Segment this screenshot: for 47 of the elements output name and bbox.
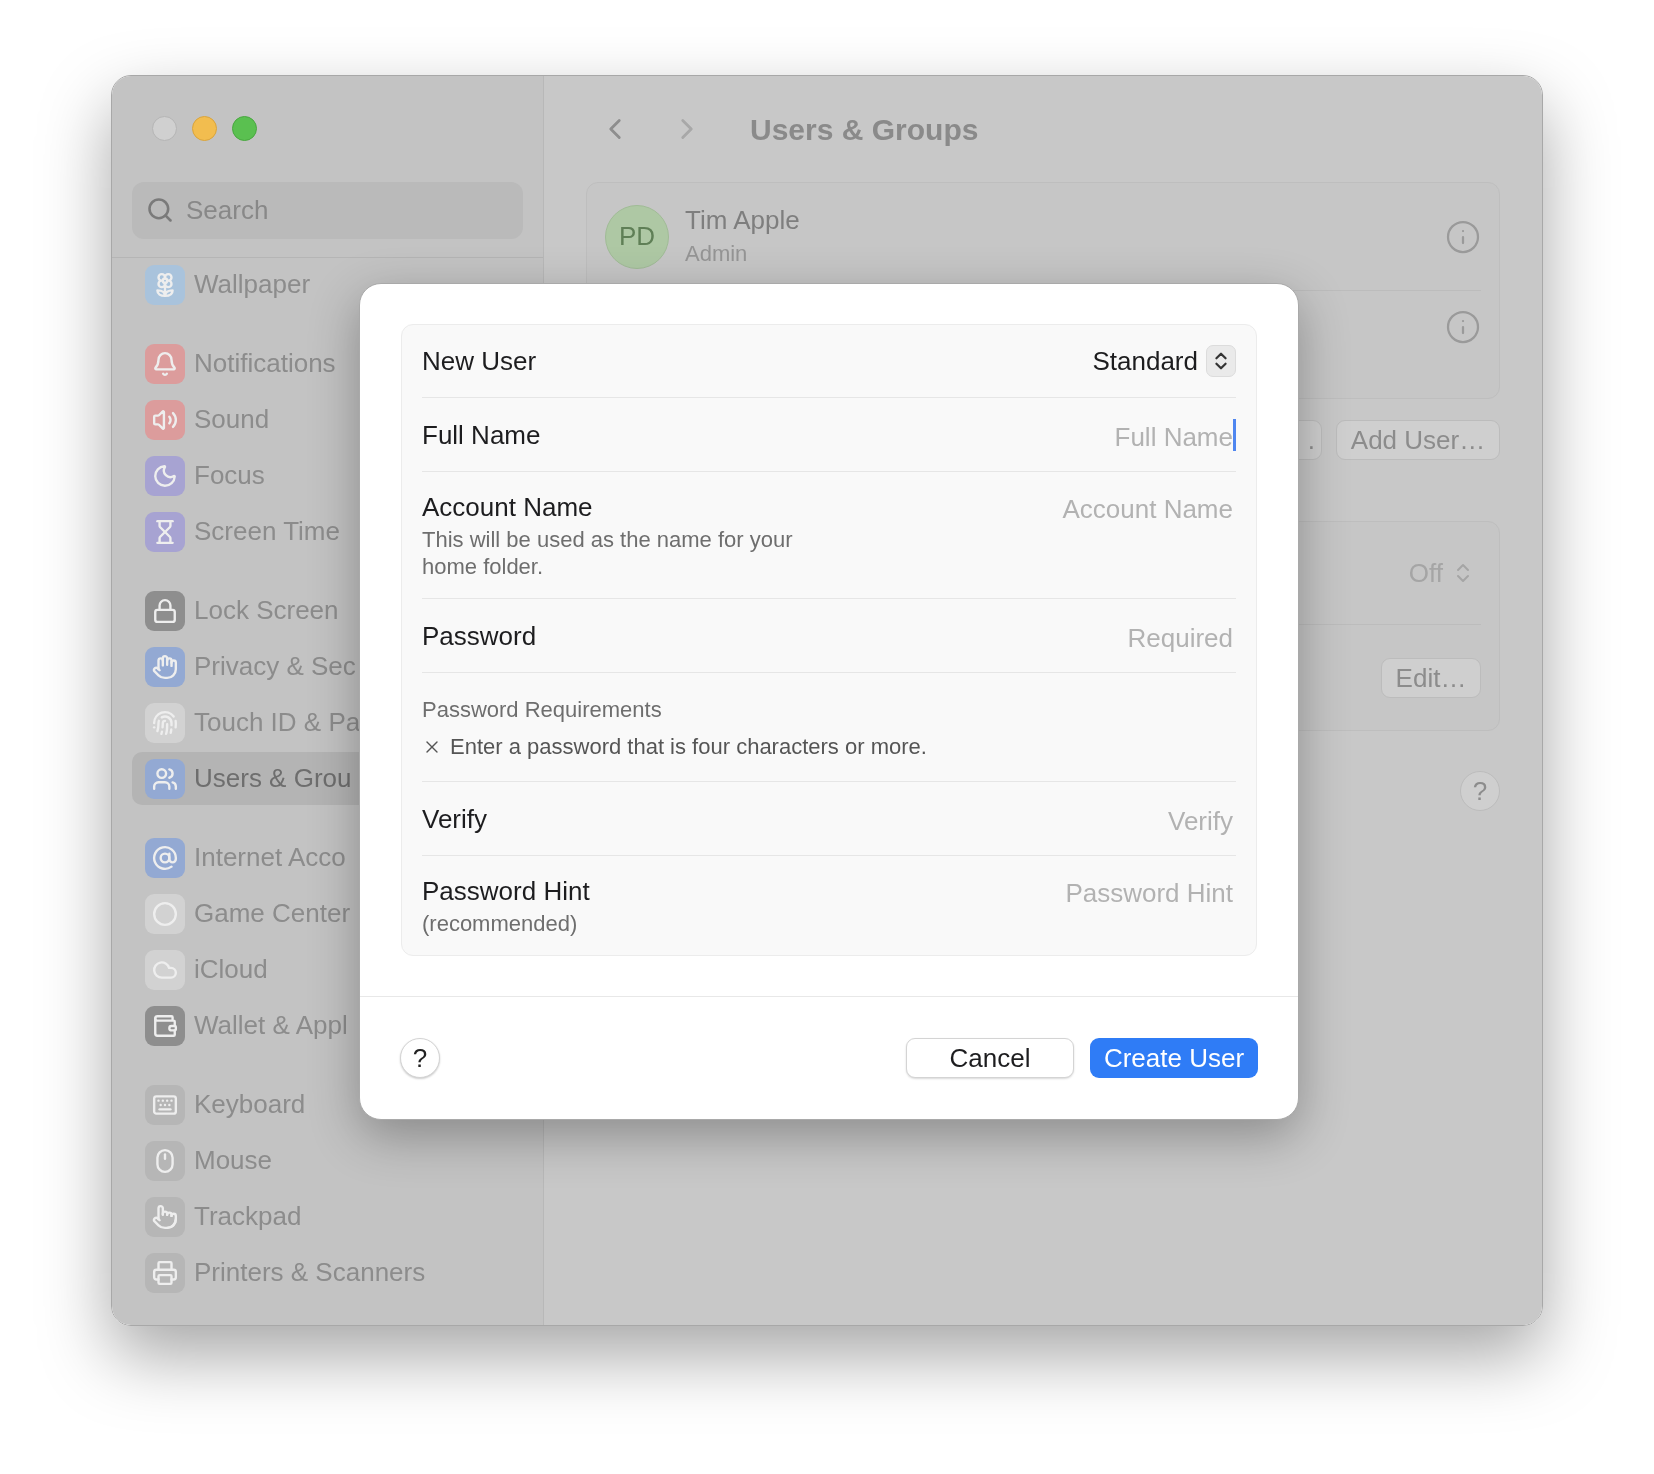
at-sign-icon [145, 837, 185, 878]
account-type-popup[interactable]: Standard [1092, 341, 1236, 381]
field-note: This will be used as the name for your home folder. [422, 526, 794, 580]
info-icon[interactable] [1445, 309, 1481, 345]
speaker-icon [145, 399, 185, 440]
input-field[interactable]: Required [873, 618, 1233, 658]
input-field[interactable]: Account Name [873, 490, 1233, 529]
printer-icon [145, 1252, 185, 1293]
field-label: Password Hint [422, 875, 591, 908]
field-label: Account Name [422, 491, 594, 524]
field-label: New User [422, 344, 537, 378]
info-icon[interactable] [1445, 218, 1481, 255]
fingerprint-icon [145, 702, 185, 743]
flower-icon [145, 264, 185, 305]
input-field[interactable]: Verify [873, 801, 1233, 841]
edit-button[interactable]: Edit… [1381, 657, 1481, 698]
people-icon [145, 758, 185, 799]
user-name: Tim Apple [685, 204, 801, 237]
help-button[interactable]: ? [400, 1038, 440, 1078]
close-window-button[interactable] [152, 116, 177, 141]
field-label: Verify [422, 802, 488, 836]
create-user-button[interactable]: Create User [1090, 1038, 1258, 1078]
zoom-window-button[interactable] [232, 116, 257, 141]
input-field[interactable]: Password Hint [873, 874, 1233, 913]
field-label: Full Name [422, 418, 541, 452]
field-note: (recommended) [422, 910, 579, 937]
cloud-icon [145, 949, 185, 990]
hourglass-icon [145, 511, 185, 552]
cancel-button[interactable]: Cancel [906, 1038, 1074, 1078]
lock-icon [145, 590, 185, 631]
page-title: Users & Groups [750, 111, 979, 148]
search-icon [146, 196, 174, 224]
input-field[interactable]: Full Name [873, 417, 1233, 457]
add-user-button[interactable]: Add User… [1336, 420, 1500, 460]
bell-icon [145, 343, 185, 384]
avatar: PD [605, 204, 669, 269]
requirements-title: Password Requirements [422, 696, 663, 724]
hand-icon [145, 646, 185, 687]
wallet-icon [145, 1005, 185, 1046]
mouse-icon [145, 1140, 185, 1181]
minimize-window-button[interactable] [192, 116, 217, 141]
help-button[interactable]: ? [1460, 771, 1500, 811]
stepper-icon[interactable] [1206, 345, 1236, 377]
moon-icon [145, 455, 185, 496]
field-label: Password [422, 619, 537, 653]
hand-pointer-icon [145, 1196, 185, 1237]
keyboard-icon [145, 1084, 185, 1125]
